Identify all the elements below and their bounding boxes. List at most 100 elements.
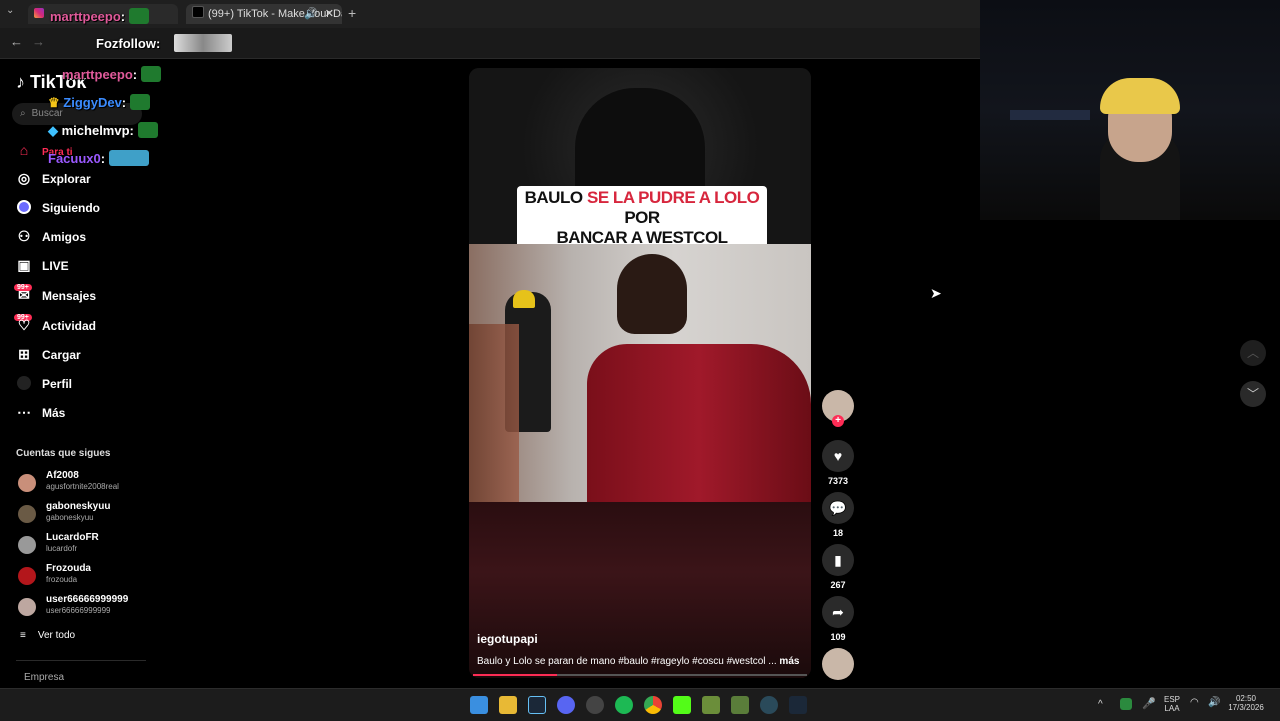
- avatar: [18, 598, 36, 616]
- nav-live[interactable]: ▣ LIVE: [16, 255, 68, 275]
- volume-icon[interactable]: 🔊: [1208, 697, 1220, 708]
- chat-message: ♛ ZiggyDev:: [48, 94, 150, 111]
- message-icon: ✉: [18, 287, 30, 303]
- video-hair-foreground: [469, 324, 519, 502]
- nav-label: Cargar: [42, 348, 81, 362]
- emote-image: [140, 66, 161, 82]
- back-icon[interactable]: ←: [10, 34, 23, 49]
- steam-icon[interactable]: [528, 696, 546, 714]
- discord-icon[interactable]: [557, 696, 575, 714]
- video-player[interactable]: BAULO SE LA PUDRE A LOLO POR BANCAR A WE…: [469, 68, 811, 678]
- music-avatar[interactable]: [822, 648, 854, 680]
- nav-siguiendo[interactable]: Siguiendo: [16, 197, 100, 217]
- steam-app-icon[interactable]: [789, 696, 807, 714]
- account-handle: lucardofr: [46, 544, 78, 553]
- nav-label: Mensajes: [42, 289, 97, 303]
- scroll-up-button[interactable]: ︿: [1240, 340, 1266, 366]
- tab-search-icon[interactable]: ⌄: [6, 5, 14, 16]
- app-icon[interactable]: [702, 696, 720, 714]
- follow-plus-icon[interactable]: +: [832, 415, 844, 427]
- close-icon[interactable]: ✕: [325, 4, 334, 24]
- nav-mas[interactable]: ⋯ Más: [16, 402, 65, 422]
- avatar: [18, 474, 36, 492]
- start-icon[interactable]: [470, 696, 488, 714]
- tray-expand-icon[interactable]: ^: [1098, 699, 1103, 710]
- nav-mensajes[interactable]: ✉ Mensajes: [16, 285, 96, 305]
- ccleaner-icon[interactable]: [760, 696, 778, 714]
- speaker-icon[interactable]: 🔊: [304, 4, 318, 24]
- obs-icon[interactable]: [586, 696, 604, 714]
- account-name: gaboneskyuu: [46, 501, 111, 512]
- caption-word: POR: [624, 208, 660, 227]
- clock[interactable]: 02:50 17/3/2026: [1226, 694, 1266, 712]
- account-name: Af2008: [46, 470, 79, 481]
- file-explorer-icon[interactable]: [499, 696, 517, 714]
- nav-label: Explorar: [42, 172, 91, 186]
- heart-icon: ♥: [833, 448, 843, 464]
- account-name: Frozouda: [46, 563, 91, 574]
- crown-icon: ♛: [48, 95, 60, 110]
- account-handle: gaboneskyuu: [46, 513, 94, 522]
- kick-icon[interactable]: [673, 696, 691, 714]
- scroll-down-button[interactable]: ﹀: [1240, 381, 1266, 407]
- share-icon: ➦: [832, 604, 844, 620]
- nav-cargar[interactable]: ⊞ Cargar: [16, 344, 81, 364]
- chat-message: marttpeepo:: [62, 66, 161, 82]
- tab-label: (99+) TikTok - Make Your Da: [208, 8, 342, 20]
- lang-top: ESP: [1164, 695, 1181, 704]
- upload-icon: ⊞: [18, 346, 30, 362]
- tab-tiktok[interactable]: (99+) TikTok - Make Your Da 🔊 ✕: [186, 4, 342, 24]
- security-icon[interactable]: [1120, 698, 1132, 710]
- new-tab-button[interactable]: +: [348, 5, 356, 21]
- description-text: Baulo y Lolo se paran de mano #baulo #ra…: [477, 656, 777, 667]
- tiktok-icon: [192, 6, 204, 18]
- account-name: user66666999999: [46, 594, 129, 605]
- emote-image: [137, 122, 158, 138]
- avatar: [18, 567, 36, 585]
- microphone-icon[interactable]: 🎤: [1142, 697, 1156, 710]
- nav-actividad[interactable]: ♡ Actividad: [16, 315, 96, 335]
- video-main-frame: [469, 244, 811, 502]
- chrome-icon[interactable]: [644, 696, 662, 714]
- search-icon: ⌕: [20, 108, 26, 119]
- video-progress-bar[interactable]: [473, 674, 807, 676]
- nav-label: Actividad: [42, 319, 97, 333]
- comment-button[interactable]: 💬: [822, 492, 854, 524]
- profile-icon: [16, 373, 32, 393]
- share-button[interactable]: ➦: [822, 596, 854, 628]
- forward-icon[interactable]: →: [32, 34, 45, 49]
- wifi-icon[interactable]: ◠: [1190, 697, 1199, 708]
- instagram-icon: [34, 8, 44, 18]
- chevron-up-icon: ︿: [1246, 346, 1259, 360]
- chat-message: Facuux0:: [48, 150, 149, 166]
- company-link[interactable]: Empresa: [24, 672, 64, 683]
- video-username[interactable]: iegotupapi: [477, 632, 538, 646]
- nav-explorar[interactable]: ◎ Explorar: [16, 168, 91, 188]
- nav-perfil[interactable]: Perfil: [16, 373, 72, 393]
- see-all-button[interactable]: ≡ Ver todo: [20, 630, 75, 641]
- streamer-hat: [1100, 78, 1180, 114]
- video-red-hoodie: [587, 344, 811, 502]
- like-count: 7373: [827, 476, 849, 486]
- compass-icon: ◎: [17, 170, 31, 186]
- more-link[interactable]: más: [779, 656, 799, 667]
- minecraft-icon[interactable]: [731, 696, 749, 714]
- divider: [16, 660, 146, 661]
- nav-label: Amigos: [42, 230, 87, 244]
- save-button[interactable]: ▮: [822, 544, 854, 576]
- spotify-icon[interactable]: [615, 696, 633, 714]
- emote-image: [108, 150, 149, 166]
- video-head: [617, 254, 687, 334]
- following-icon: [16, 197, 32, 217]
- nav-amigos[interactable]: ⚇ Amigos: [16, 226, 86, 246]
- chat-message: ◆ michelmvp:: [48, 122, 158, 139]
- like-button[interactable]: ♥: [822, 440, 854, 472]
- emote-image: [128, 8, 149, 24]
- language-indicator[interactable]: ESP LAA: [1164, 695, 1180, 713]
- avatar: [18, 505, 36, 523]
- chat-username: ZiggyDev: [63, 95, 122, 110]
- caption-highlight: SE LA PUDRE A LOLO: [587, 188, 760, 207]
- emote-image: [129, 94, 150, 110]
- caption-word: BAULO: [524, 188, 583, 207]
- share-count: 109: [830, 632, 846, 642]
